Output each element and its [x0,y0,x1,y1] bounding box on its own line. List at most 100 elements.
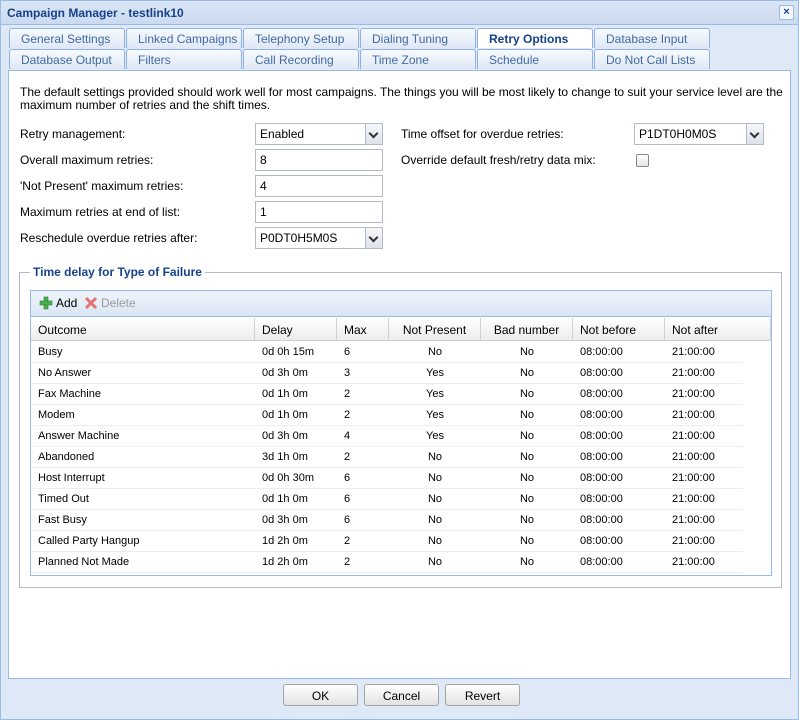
close-icon[interactable]: × [779,5,794,20]
cell-bad-number: No [519,388,535,400]
table-row[interactable]: Answer Machine 0d 3h 0m 4 Yes No 08:00:00 21:0… [31,426,743,447]
cell-bad-number: No [519,535,535,547]
cell-outcome: Abandoned [38,451,95,463]
table-row[interactable]: Host Interrupt 0d 0h 30m 6 No No 08:00:00 21:0… [31,468,743,489]
delete-button[interactable]: Delete [84,296,136,310]
time-offset-select[interactable]: P1DT0H0M0S [634,123,764,145]
override-mix-checkbox[interactable] [636,154,649,167]
tab-call-recording[interactable]: Call Recording [243,49,359,69]
table-row[interactable]: Called Party Hangup 1d 2h 0m 2 No No 08:00:00… [31,531,743,552]
column-header-delay[interactable]: Delay [255,318,337,341]
end-of-list-max-retries-input[interactable]: 1 [255,201,383,223]
cell-outcome: Busy [38,346,63,358]
table-row[interactable]: Fax Machine 0d 1h 0m 2 Yes No 08:00:00 21:00:0… [31,384,743,405]
tab-retry-options[interactable]: Retry Options [477,28,593,48]
overall-max-retries-label: Overall maximum retries: [20,153,154,167]
cell-not-present: No [427,514,443,526]
cell-bad-number: No [519,346,535,358]
time-offset-value: P1DT0H0M0S [639,127,717,141]
reschedule-overdue-value: P0DT0H5M0S [260,231,338,245]
retry-management-value: Enabled [260,127,305,141]
tab-schedule[interactable]: Schedule [477,49,593,69]
cell-max: 2 [344,451,351,463]
revert-button[interactable]: Revert [445,684,520,706]
table-row[interactable]: No Answer 0d 3h 0m 3 Yes No 08:00:00 21:00:00 [31,363,743,384]
table-row[interactable]: Timed Out 0d 1h 0m 6 No No 08:00:00 21:00:00 [31,489,743,510]
table-row[interactable]: Modem 0d 1h 0m 2 Yes No 08:00:00 21:00:00 [31,405,743,426]
tab-filters[interactable]: Filters [126,49,242,69]
tab-telephony-setup[interactable]: Telephony Setup [243,28,359,48]
cell-not-after: 21:00:00 [672,409,715,421]
column-header-not-present[interactable]: Not Present [389,318,481,341]
table-row[interactable]: Busy 0d 0h 15m 6 No No 08:00:00 21:00:00 [31,342,743,363]
add-button[interactable]: Add [39,296,77,310]
reschedule-overdue-label: Reschedule overdue retries after: [20,231,198,245]
cell-not-after: 21:00:00 [672,472,715,484]
cell-max: 3 [344,367,351,379]
cell-not-after: 21:00:00 [672,493,715,505]
column-header-outcome[interactable]: Outcome [31,318,255,341]
cell-outcome: Planned Not Made [38,556,130,568]
tab-database-output[interactable]: Database Output [9,49,125,69]
column-header-not-before[interactable]: Not before [573,318,665,341]
table-row[interactable]: Planned Not Made 1d 2h 0m 2 No No 08:00:00 21:… [31,552,743,573]
cell-not-before: 08:00:00 [580,346,623,358]
chevron-down-icon[interactable] [746,124,763,144]
add-icon [39,296,53,310]
cell-not-after: 21:00:00 [672,451,715,463]
cell-not-after: 21:00:00 [672,430,715,442]
ok-button[interactable]: OK [283,684,358,706]
tab-strip: General Settings Linked Campaigns Teleph… [1,26,798,70]
cell-not-before: 08:00:00 [580,472,623,484]
failure-delay-grid: Add Delete Outcome Delay Max Not Present… [30,290,772,576]
table-row[interactable]: Abandoned 3d 1h 0m 2 No No 08:00:00 21:00:00 [31,447,743,468]
cell-not-after: 21:00:00 [672,535,715,547]
cell-max: 2 [344,388,351,400]
cell-not-present: No [427,346,443,358]
cell-not-after: 21:00:00 [672,556,715,568]
cell-bad-number: No [519,451,535,463]
cell-bad-number: No [519,430,535,442]
cell-max: 6 [344,493,351,505]
failure-delay-fieldset: Time delay for Type of Failure Add Delet [19,265,782,588]
column-header-not-after[interactable]: Not after [665,318,771,341]
cell-not-after: 21:00:00 [672,388,715,400]
cell-outcome: Fax Machine [38,388,101,400]
cell-not-present: Yes [426,409,444,421]
cell-outcome: Called Party Hangup [38,535,140,547]
not-present-max-retries-input[interactable]: 4 [255,175,383,197]
cell-not-present: Yes [426,388,444,400]
chevron-down-icon[interactable] [365,124,382,144]
cell-not-before: 08:00:00 [580,493,623,505]
cell-delay: 0d 1h 0m [262,409,308,421]
cell-not-present: No [427,451,443,463]
cancel-button[interactable]: Cancel [364,684,439,706]
cell-not-before: 08:00:00 [580,430,623,442]
column-header-bad-number[interactable]: Bad number [481,318,573,341]
tab-dialing-tuning[interactable]: Dialing Tuning [360,28,476,48]
cell-not-present: No [427,472,443,484]
retry-management-select[interactable]: Enabled [255,123,383,145]
time-offset-label: Time offset for overdue retries: [401,127,564,141]
cell-outcome: Fast Busy [38,514,87,526]
tab-time-zone[interactable]: Time Zone [360,49,476,69]
cell-max: 2 [344,556,351,568]
overall-max-retries-input[interactable]: 8 [255,149,383,171]
cell-max: 2 [344,535,351,547]
table-row[interactable]: Fast Busy 0d 3h 0m 6 No No 08:00:00 21:00:00 [31,510,743,531]
cell-not-present: Yes [426,367,444,379]
retry-options-panel: The default settings provided should wor… [8,70,791,679]
cell-not-after: 21:00:00 [672,367,715,379]
reschedule-overdue-select[interactable]: P0DT0H5M0S [255,227,383,249]
add-label: Add [56,296,78,310]
cell-outcome: Modem [38,409,75,421]
column-header-max[interactable]: Max [337,318,389,341]
cell-delay: 1d 2h 0m [262,556,308,568]
tab-linked-campaigns[interactable]: Linked Campaigns [126,28,242,48]
tab-general-settings[interactable]: General Settings [9,28,125,48]
tab-database-input[interactable]: Database Input [594,28,710,48]
cell-max: 6 [344,472,351,484]
chevron-down-icon[interactable] [365,228,382,248]
cell-delay: 0d 3h 0m [262,367,308,379]
tab-do-not-call-lists[interactable]: Do Not Call Lists [594,49,710,69]
